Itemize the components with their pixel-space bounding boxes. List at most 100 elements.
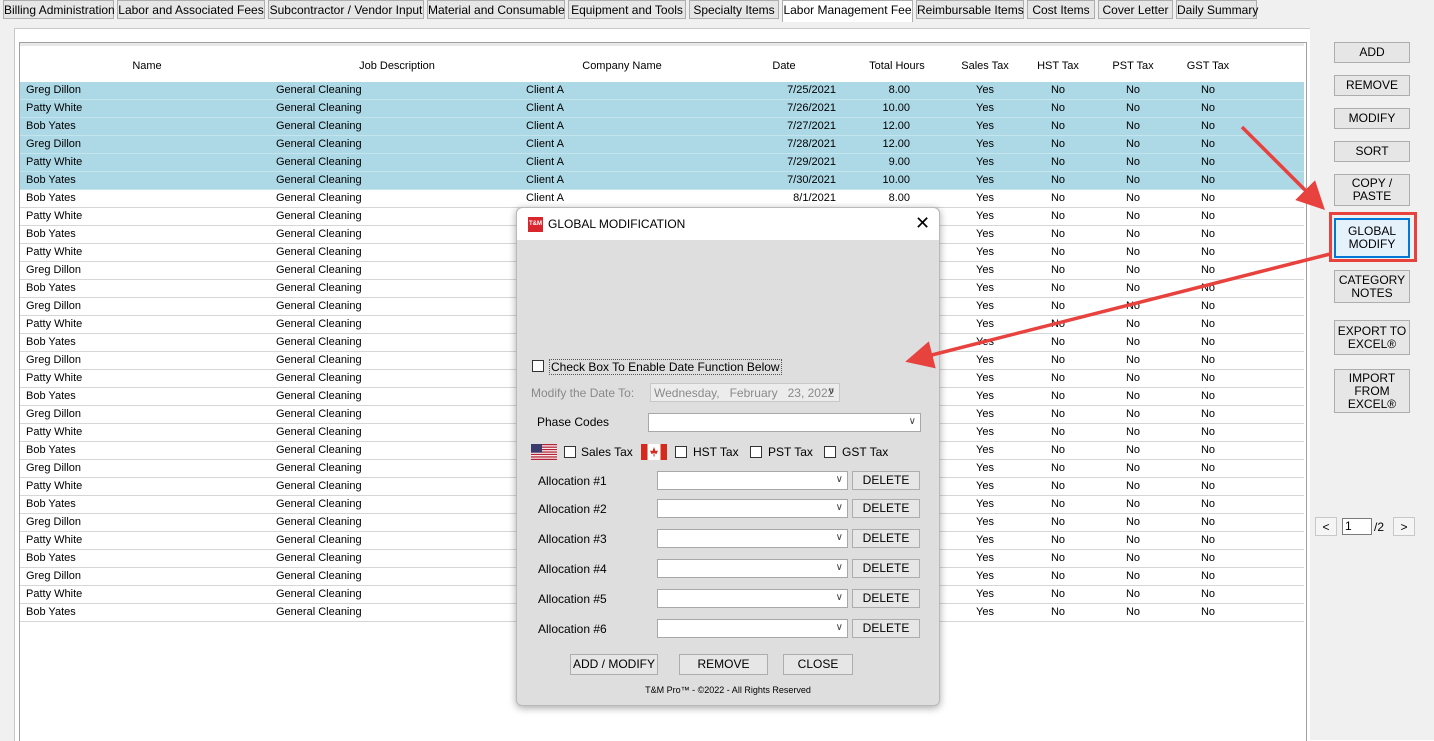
table-row[interactable]: Bob Yates General Cleaning Client A 7/30/20… <box>20 172 1304 190</box>
table-row[interactable]: Patty White General Cleaning Client A 7/26/… <box>20 100 1304 118</box>
tab-cost-items[interactable]: Cost Items <box>1027 0 1095 19</box>
cell-gst-tax: No <box>1200 210 1216 222</box>
col-header-gst-tax[interactable]: GST Tax <box>1168 60 1248 72</box>
page-number-input[interactable]: 1 <box>1342 518 1372 535</box>
cell-job-description: General Cleaning <box>276 174 362 186</box>
col-header-date[interactable]: Date <box>744 60 824 72</box>
col-header-total-hours[interactable]: Total Hours <box>857 60 937 72</box>
col-header-job-description[interactable]: Job Description <box>327 60 467 72</box>
col-header-pst-tax[interactable]: PST Tax <box>1093 60 1173 72</box>
allocation-select-3[interactable]: ∨ <box>657 529 848 548</box>
tab-billing-administration[interactable]: Billing Administration <box>3 0 115 19</box>
cell-pst-tax: No <box>1125 372 1141 384</box>
tab-labor-management-fee[interactable]: Labor Management Fee <box>782 0 913 22</box>
tab-cover-letter[interactable]: Cover Letter <box>1098 0 1173 19</box>
add-button[interactable]: ADD <box>1334 42 1410 63</box>
cell-company-name: Client A <box>526 84 564 96</box>
copy-paste-button[interactable]: COPY / PASTE <box>1334 174 1410 206</box>
import-excel-button[interactable]: IMPORT FROM EXCEL® <box>1334 369 1410 413</box>
cell-pst-tax: No <box>1125 210 1141 222</box>
prev-page-button[interactable]: < <box>1315 517 1337 536</box>
allocation-delete-button-4[interactable]: DELETE <box>852 559 920 578</box>
cell-gst-tax: No <box>1200 138 1216 150</box>
cell-name: Patty White <box>26 210 83 222</box>
cell-name: Greg Dillon <box>26 138 82 150</box>
table-row[interactable]: Bob Yates General Cleaning Client A 8/1/202… <box>20 190 1304 208</box>
cell-gst-tax: No <box>1200 372 1216 384</box>
tab-labor-and-associated-fees[interactable]: Labor and Associated Fees <box>117 0 265 19</box>
allocation-delete-button-1[interactable]: DELETE <box>852 471 920 490</box>
cell-name: Patty White <box>26 318 83 330</box>
table-row[interactable]: Greg Dillon General Cleaning Client A 7/25/… <box>20 82 1304 100</box>
cell-hst-tax: No <box>1050 300 1066 312</box>
cell-job-description: General Cleaning <box>276 444 362 456</box>
tab-equipment-and-tools[interactable]: Equipment and Tools <box>568 0 686 19</box>
cell-date: 7/29/2021 <box>787 156 836 168</box>
cell-job-description: General Cleaning <box>276 480 362 492</box>
col-header-sales-tax[interactable]: Sales Tax <box>945 60 1025 72</box>
remove-button[interactable]: REMOVE <box>1334 75 1410 96</box>
pst-tax-checkbox[interactable] <box>750 446 762 458</box>
sales-tax-label: Sales Tax <box>581 445 633 459</box>
modify-button[interactable]: MODIFY <box>1334 108 1410 129</box>
cell-company-name: Client A <box>526 138 564 150</box>
table-row[interactable]: Patty White General Cleaning Client A 7/29/… <box>20 154 1304 172</box>
cell-job-description: General Cleaning <box>276 138 362 150</box>
dialog-close-button[interactable]: CLOSE <box>783 654 853 675</box>
sales-tax-checkbox[interactable] <box>564 446 576 458</box>
cell-hst-tax: No <box>1050 408 1066 420</box>
cell-hst-tax: No <box>1050 462 1066 474</box>
cell-sales-tax: Yes <box>976 480 994 492</box>
allocation-select-5[interactable]: ∨ <box>657 589 848 608</box>
phase-codes-select[interactable]: ∨ <box>648 413 921 432</box>
allocation-delete-button-6[interactable]: DELETE <box>852 619 920 638</box>
cell-name: Patty White <box>26 156 83 168</box>
gst-tax-checkbox[interactable] <box>824 446 836 458</box>
cell-pst-tax: No <box>1125 552 1141 564</box>
cell-job-description: General Cleaning <box>276 228 362 240</box>
tab-reimbursable-items[interactable]: Reimbursable Items <box>916 0 1024 19</box>
cell-hst-tax: No <box>1050 120 1066 132</box>
cell-sales-tax: Yes <box>976 192 994 204</box>
allocation-select-2[interactable]: ∨ <box>657 499 848 518</box>
cell-sales-tax: Yes <box>976 156 994 168</box>
cell-sales-tax: Yes <box>976 282 994 294</box>
tab-material-and-consumable[interactable]: Material and Consumable <box>427 0 565 19</box>
allocation-select-4[interactable]: ∨ <box>657 559 848 578</box>
add-modify-button[interactable]: ADD / MODIFY <box>570 654 658 675</box>
app-logo-icon: T&M <box>528 217 543 232</box>
tab-daily-summary[interactable]: Daily Summary <box>1176 0 1258 19</box>
chevron-down-icon: ∨ <box>835 562 843 573</box>
tab-subcontractor-vendor-input[interactable]: Subcontractor / Vendor Input <box>268 0 424 19</box>
allocation-delete-button-3[interactable]: DELETE <box>852 529 920 548</box>
allocation-delete-button-2[interactable]: DELETE <box>852 499 920 518</box>
tab-specialty-items[interactable]: Specialty Items <box>689 0 779 19</box>
next-page-button[interactable]: > <box>1393 517 1415 536</box>
col-header-company-name[interactable]: Company Name <box>557 60 687 72</box>
cell-hst-tax: No <box>1050 480 1066 492</box>
table-row[interactable]: Greg Dillon General Cleaning Client A 7/28/… <box>20 136 1304 154</box>
cell-sales-tax: Yes <box>976 318 994 330</box>
category-notes-button[interactable]: CATEGORY NOTES <box>1334 270 1410 303</box>
allocation-delete-button-5[interactable]: DELETE <box>852 589 920 608</box>
sort-button[interactable]: SORT <box>1334 141 1410 162</box>
cell-job-description: General Cleaning <box>276 498 362 510</box>
table-row[interactable]: Bob Yates General Cleaning Client A 7/27/20… <box>20 118 1304 136</box>
chevron-down-icon: ∨ <box>835 622 843 633</box>
cell-gst-tax: No <box>1200 318 1216 330</box>
cell-job-description: General Cleaning <box>276 210 362 222</box>
enable-date-label[interactable]: Check Box To Enable Date Function Below <box>549 359 782 375</box>
cell-hst-tax: No <box>1050 192 1066 204</box>
col-header-name[interactable]: Name <box>82 60 212 72</box>
cell-total-hours: 8.00 <box>888 192 910 204</box>
dialog-remove-button[interactable]: REMOVE <box>679 654 768 675</box>
allocation-select-6[interactable]: ∨ <box>657 619 848 638</box>
date-picker[interactable]: Wednesday, February 23, 2022 ∨ <box>650 383 840 402</box>
export-excel-button[interactable]: EXPORT TO EXCEL® <box>1334 320 1410 355</box>
col-header-hst-tax[interactable]: HST Tax <box>1018 60 1098 72</box>
hst-tax-checkbox[interactable] <box>675 446 687 458</box>
close-icon[interactable]: ✕ <box>915 213 930 233</box>
allocation-select-1[interactable]: ∨ <box>657 471 848 490</box>
cell-pst-tax: No <box>1125 534 1141 546</box>
enable-date-checkbox[interactable] <box>532 360 544 372</box>
